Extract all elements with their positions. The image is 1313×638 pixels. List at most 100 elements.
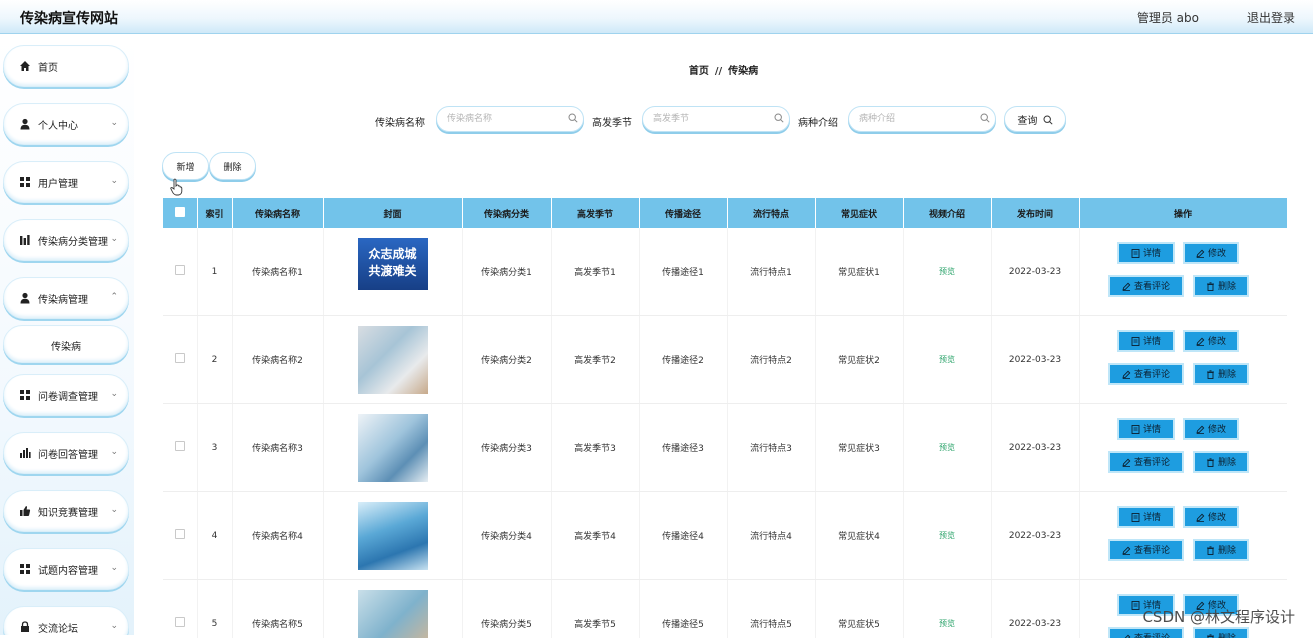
edit-icon [1122,546,1131,555]
row-checkbox[interactable] [175,529,185,539]
table-row: 4 传染病名称4 传染病分类4 高发季节4 传播途径4 流行特点4 常见症状4 … [163,492,1287,580]
sidebar-subitem-disease[interactable]: 传染病 [3,325,129,363]
intro-label: 病种介绍 [798,114,838,129]
delete-button[interactable]: 删除 [209,152,256,180]
row-season: 高发季节3 [551,404,639,492]
sidebar-item-category-management[interactable]: 传染病分类管理 ⌄ [3,219,129,261]
video-preview-link[interactable]: 预览 [939,267,955,276]
add-button[interactable]: 新增 [162,152,209,180]
sidebar-item-answer-management[interactable]: 问卷回答管理 ⌄ [3,432,129,474]
row-checkbox[interactable] [175,353,185,363]
row-season: 高发季节5 [551,580,639,638]
chart-icon [19,234,31,246]
sidebar-item-user-management[interactable]: 用户管理 ⌄ [3,161,129,203]
row-cover [323,492,462,580]
trash-icon [1206,546,1215,555]
detail-button[interactable]: 详情 [1117,506,1175,528]
row-date: 2022-03-23 [991,580,1079,638]
row-select-cell[interactable] [163,492,197,580]
sidebar-item-label: 知识竞赛管理 [38,504,98,519]
column-header: 传染病分类 [462,198,551,228]
home-icon [19,60,31,72]
video-preview-link[interactable]: 预览 [939,443,955,452]
column-header: 索引 [197,198,232,228]
row-operation-buttons: 详情 修改 查看评论 删除 [1108,418,1258,478]
row-checkbox[interactable] [175,441,185,451]
watermark: CSDN @林文程序设计 [1142,606,1295,627]
edit-icon [1196,425,1205,434]
breadcrumb: 首页//传染病 [134,62,1313,77]
row-select-cell[interactable] [163,316,197,404]
breadcrumb-home[interactable]: 首页 [689,66,709,77]
row-select-cell[interactable] [163,228,197,316]
sidebar-item-forum[interactable]: 交流论坛 ⌄ [3,606,129,635]
edit-button[interactable]: 修改 [1183,242,1239,264]
main-content: 首页//传染病 传染病名称 高发季节 病种介绍 查询 新增 删除 [134,38,1313,635]
sidebar-item-disease-management[interactable]: 传染病管理 ⌃ [3,277,129,319]
row-select-cell[interactable] [163,580,197,638]
sidebar-item-question-management[interactable]: 试题内容管理 ⌄ [3,548,129,590]
edit-button-label: 修改 [1208,425,1226,435]
trash-icon [1206,370,1215,379]
row-operations: 详情 修改 查看评论 删除 [1079,316,1287,404]
row-cover [323,404,462,492]
edit-button[interactable]: 修改 [1183,418,1239,440]
row-delete-button-label: 删除 [1218,370,1236,380]
query-button[interactable]: 查询 [1004,106,1066,132]
view-comments-button[interactable]: 查看评论 [1108,363,1184,385]
detail-button[interactable]: 详情 [1117,242,1175,264]
sidebar-item-quiz-management[interactable]: 知识竞赛管理 ⌄ [3,490,129,532]
logout-link[interactable]: 退出登录 [1247,9,1295,26]
query-button-label: 查询 [1017,116,1037,127]
select-all-checkbox[interactable] [175,207,185,217]
row-delete-button-label: 删除 [1218,546,1236,556]
intro-input[interactable] [848,106,996,132]
select-all-header[interactable] [163,198,197,228]
column-header: 传染病名称 [232,198,323,228]
sidebar-item-label: 传染病 [4,338,128,353]
sidebar-item-home[interactable]: 首页 [3,45,129,87]
view-comments-button[interactable]: 查看评论 [1108,451,1184,473]
disease-name-input[interactable] [436,106,584,132]
row-checkbox[interactable] [175,265,185,275]
row-delete-button-label: 删除 [1218,458,1236,468]
person-icon [19,292,31,304]
edit-button-label: 修改 [1208,249,1226,259]
row-delete-button[interactable]: 删除 [1193,275,1249,297]
view-comments-button[interactable]: 查看评论 [1108,275,1184,297]
thumb-icon [19,505,31,517]
detail-button[interactable]: 详情 [1117,418,1175,440]
chevron-down-icon: ⌄ [110,234,118,244]
sidebar: 首页 个人中心 ⌄ 用户管理 ⌄ 传染病分类管理 ⌄ 传染病管理 ⌃ 传染病 问… [0,38,134,635]
sidebar-item-survey-management[interactable]: 问卷调查管理 ⌄ [3,374,129,416]
video-preview-link[interactable]: 预览 [939,355,955,364]
row-delete-button[interactable]: 删除 [1193,539,1249,561]
row-cover: 众志成城 共渡难关 [323,228,462,316]
edit-button[interactable]: 修改 [1183,506,1239,528]
grid-icon [19,563,31,575]
view-comments-button[interactable]: 查看评论 [1108,627,1184,638]
row-delete-button[interactable]: 删除 [1193,451,1249,473]
sidebar-item-personal-center[interactable]: 个人中心 ⌄ [3,103,129,145]
row-video: 预览 [903,492,991,580]
row-checkbox[interactable] [175,617,185,627]
row-delete-button[interactable]: 删除 [1193,363,1249,385]
row-delete-button[interactable]: 删除 [1193,627,1249,638]
table-row: 2 传染病名称2 传染病分类2 高发季节2 传播途径2 流行特点2 常见症状2 … [163,316,1287,404]
row-cover [323,580,462,638]
sidebar-item-label: 试题内容管理 [38,562,98,577]
video-preview-link[interactable]: 预览 [939,531,955,540]
row-category: 传染病分类5 [462,580,551,638]
view-comments-button[interactable]: 查看评论 [1108,539,1184,561]
row-season: 高发季节4 [551,492,639,580]
chevron-down-icon: ⌄ [110,389,118,399]
row-select-cell[interactable] [163,404,197,492]
detail-button[interactable]: 详情 [1117,330,1175,352]
video-preview-link[interactable]: 预览 [939,619,955,628]
row-video: 预览 [903,316,991,404]
edit-button[interactable]: 修改 [1183,330,1239,352]
edit-button-label: 修改 [1208,337,1226,347]
season-input[interactable] [642,106,790,132]
search-icon [980,113,990,123]
column-header: 传播途径 [639,198,727,228]
